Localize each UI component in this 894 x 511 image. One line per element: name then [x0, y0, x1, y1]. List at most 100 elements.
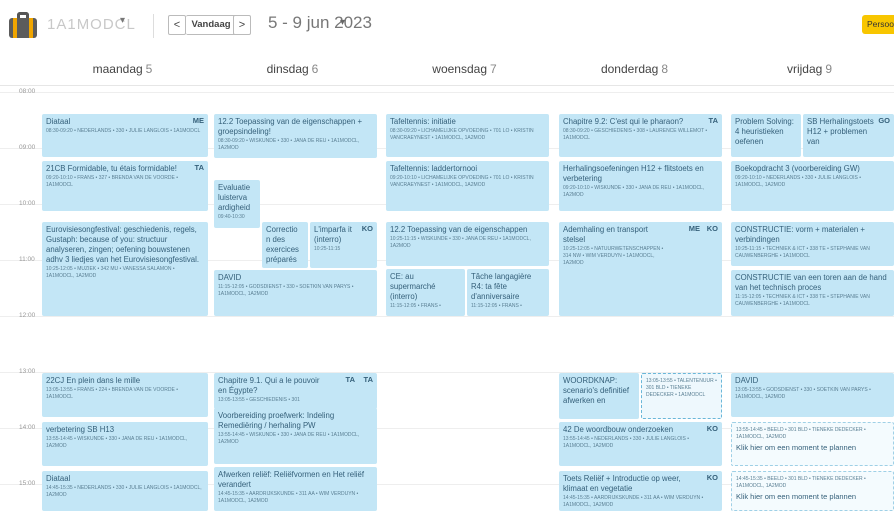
- chevron-down-icon[interactable]: ▾: [120, 15, 125, 26]
- lesson-meta: 10:25-12:05 • NATUURWETENSCHAPPEN • 314 …: [563, 246, 664, 266]
- day-thursday: donderdag 8: [600, 62, 669, 76]
- lesson-title: Chapitre 9.1. Qui a le pouvoir en Égypte…: [218, 376, 320, 395]
- lesson-card[interactable]: Evaluatie luisterva ardigheid 09:40-10:3…: [214, 180, 260, 228]
- lesson-tag: KO: [706, 473, 718, 482]
- lesson-meta: 08:30-09:20 • GESCHIEDENIS • 308 • LAURE…: [563, 128, 708, 141]
- lesson-card[interactable]: verbetering SB H13 13:55-14:45 • WISKUND…: [42, 422, 208, 466]
- lesson-card[interactable]: 22CJ En plein dans le mille 13:05-13:55 …: [42, 373, 208, 417]
- lesson-card[interactable]: 12.2 Toepassing van de eigenschappen + g…: [214, 114, 377, 158]
- lesson-card[interactable]: DAVID 11:15-12:05 • GODSDIENST • 330 • S…: [214, 270, 377, 316]
- lesson-title: Tafeltennis: laddertornooi: [390, 164, 478, 173]
- today-button[interactable]: Vandaag: [186, 15, 237, 35]
- lesson-meta: 11:15-12:05 • FRANS •: [390, 303, 441, 309]
- lesson-title: Boekopdracht 3 (voorbereiding GW): [735, 164, 860, 173]
- lesson-card[interactable]: Tafeltennis: initiatie 08:30-09:20 • LIC…: [386, 114, 549, 157]
- lesson-title: Herhalingsoefeningen H12 + flitstoets en…: [563, 164, 704, 183]
- lesson-meta: 13:55-14:45 • WISKUNDE • 330 • JANA DE R…: [46, 436, 188, 449]
- time-label: 11:00: [19, 256, 35, 263]
- day-friday: vrijdag 9: [786, 62, 833, 76]
- time-label: 08:00: [19, 88, 36, 95]
- time-label: 09:00: [19, 144, 36, 151]
- lesson-title: 22CJ En plein dans le mille: [46, 376, 141, 385]
- lesson-meta: 10:25-12:05 • MUZIEK • 342 MU • VANESSA …: [46, 266, 175, 279]
- lesson-title: Toets Reliëf + Introductie op weer, klim…: [563, 474, 681, 493]
- lesson-title: CE: au supermarché (interro): [390, 272, 436, 301]
- lesson-card[interactable]: Problem Solving: 4 heuristieken oefenen: [731, 114, 801, 157]
- lesson-meta: 14:45-15:35 • BEELD • 301 BLD • TIENEKE …: [736, 476, 866, 489]
- lesson-title: 42 De woordbouw onderzoeken: [563, 425, 674, 434]
- time-label: 13:00: [19, 368, 36, 375]
- hour-line: [0, 92, 894, 93]
- lesson-meta: 09:20-10:10 • NEDERLANDS • 330 • JULIE L…: [735, 175, 861, 188]
- lesson-meta: 11:15-12:05 • GODSDIENST • 330 • SOETKIN…: [218, 284, 354, 297]
- lesson-tag: KO: [706, 424, 718, 433]
- day-monday: maandag 5: [92, 62, 153, 76]
- top-bar: 1A1MODCL ▾ < Vandaag > 5 - 9 jun 2023 ▾ …: [0, 0, 894, 52]
- lesson-meta: 10:25-11:15 • TECHNIEK & ICT • 338 TE • …: [735, 246, 870, 259]
- lesson-card[interactable]: L'imparfa it (interro) 10:25-11:15 KO: [310, 222, 377, 268]
- day-tuesday: dinsdag 6: [266, 62, 319, 76]
- lesson-tag: TA: [345, 375, 355, 384]
- lesson-card[interactable]: Diataal 14:45-15:35 • NEDERLANDS • 330 •…: [42, 471, 208, 511]
- lesson-card[interactable]: Chapitre 9.2: C'est qui le pharaon? 08:3…: [559, 114, 722, 157]
- lesson-card[interactable]: 12.2 Toepassing van de eigenschappen 10:…: [386, 222, 549, 266]
- lesson-title: Correctio n des exercices préparés: [266, 225, 299, 264]
- lesson-card[interactable]: 42 De woordbouw onderzoeken 13:55-14:45 …: [559, 422, 722, 466]
- lesson-card[interactable]: Toets Reliëf + Introductie op weer, klim…: [559, 471, 722, 511]
- lesson-title: Voorbereiding proefwerk: Indeling Remedi…: [218, 411, 335, 430]
- lesson-card[interactable]: Herhalingsoefeningen H12 + flitstoets en…: [559, 161, 722, 211]
- lesson-card[interactable]: Voorbereiding proefwerk: Indeling Remedi…: [214, 408, 377, 464]
- lesson-card[interactable]: CONSTRUCTIE: vorm + materialen + verbind…: [731, 222, 894, 266]
- lesson-card[interactable]: Tâche langagière R4: ta fête d'anniversa…: [467, 269, 549, 316]
- lesson-card[interactable]: Chapitre 9.1. Qui a le pouvoir en Égypte…: [214, 373, 377, 409]
- lesson-card[interactable]: Diataal 08:30-09:20 • NEDERLANDS • 330 •…: [42, 114, 208, 157]
- lesson-meta: 13:05-13:55 • GODSDIENST • 330 • SOETKIN…: [735, 387, 871, 400]
- lesson-title: Tâche langagière R4: ta fête d'anniversa…: [471, 272, 532, 301]
- lesson-meta: 14:45-15:35 • NEDERLANDS • 330 • JULIE L…: [46, 485, 202, 498]
- lesson-card[interactable]: DAVID 13:05-13:55 • GODSDIENST • 330 • S…: [731, 373, 894, 417]
- lesson-title: WOORDKNAP: scenario's definitief afwerke…: [563, 376, 630, 405]
- chevron-down-icon[interactable]: ▾: [340, 17, 345, 28]
- hour-line: [0, 316, 894, 317]
- lesson-tag: TA: [363, 375, 373, 384]
- lesson-card[interactable]: WOORDKNAP: scenario's definitief afwerke…: [559, 373, 639, 419]
- planning-slot[interactable]: 14:45-15:35 • BEELD • 301 BLD • TIENEKE …: [731, 471, 894, 511]
- lesson-title: verbetering SB H13: [46, 425, 115, 434]
- lesson-card[interactable]: Boekopdracht 3 (voorbereiding GW) 09:20-…: [731, 161, 894, 211]
- plan-moment-link[interactable]: Klik hier om een moment te plannen: [736, 492, 889, 501]
- lesson-tag: TA: [194, 163, 204, 172]
- lesson-title: DAVID: [218, 273, 242, 282]
- persons-button[interactable]: Persoo: [862, 15, 894, 34]
- lesson-meta: 08:30-09:20 • LICHAMELIJKE OPVOEDING • 7…: [390, 128, 534, 141]
- lesson-meta: 13:05-13:55 • TALENTENUUR • 301 BLD • TI…: [646, 378, 717, 398]
- lesson-card[interactable]: 21CB Formidable, tu étais formidable! 09…: [42, 161, 208, 211]
- time-label: 14:00: [19, 424, 36, 431]
- lesson-title: 21CB Formidable, tu étais formidable!: [46, 164, 177, 173]
- date-range[interactable]: 5 - 9 jun 2023: [268, 13, 372, 33]
- lesson-title: 12.2 Toepassing van de eigenschappen: [390, 225, 528, 234]
- lesson-meta: 08:30-09:20 • NEDERLANDS • 330 • JULIE L…: [46, 128, 201, 134]
- lesson-card[interactable]: CE: au supermarché (interro) 11:15-12:05…: [386, 269, 465, 316]
- prev-week-button[interactable]: <: [168, 15, 186, 35]
- lesson-meta: 11:15-12:05 • FRANS •: [471, 303, 522, 309]
- lesson-meta: 13:05-13:55 • GESCHIEDENIS • 301: [218, 397, 300, 403]
- lesson-card[interactable]: Ademhaling en transport stelsel 10:25-12…: [559, 222, 722, 316]
- planning-slot[interactable]: 13:55-14:45 • BEELD • 301 BLD • TIENEKE …: [731, 422, 894, 466]
- lesson-meta: 13:05-13:55 • FRANS • 224 • BRENDA VAN D…: [46, 387, 178, 400]
- lesson-title: SB Herhalingstoets H12 + problemen van: [807, 117, 874, 146]
- lesson-title: Tafeltennis: initiatie: [390, 117, 456, 126]
- calendar-grid: 08:00 09:00 10:00 11:00 12:00 13:00 14:0…: [0, 86, 894, 511]
- lesson-meta: 09:20-10:10 • WISKUNDE • 330 • JANA DE R…: [563, 185, 705, 198]
- lesson-card[interactable]: Tafeltennis: laddertornooi 09:20-10:10 •…: [386, 161, 549, 211]
- lesson-card[interactable]: 13:05-13:55 • TALENTENUUR • 301 BLD • TI…: [641, 373, 722, 419]
- time-label: 15:00: [19, 480, 36, 487]
- lesson-card[interactable]: Correctio n des exercices préparés: [262, 222, 308, 268]
- lesson-card[interactable]: Eurovisiesongfestival: geschiedenis, reg…: [42, 222, 208, 316]
- lesson-card[interactable]: Afwerken reliëf: Reliëfvormen en Het rel…: [214, 467, 377, 511]
- lesson-card[interactable]: CONSTRUCTIE van een toren aan de hand va…: [731, 270, 894, 316]
- lesson-card[interactable]: SB Herhalingstoets H12 + problemen van G…: [803, 114, 894, 157]
- plan-moment-link[interactable]: Klik hier om een moment te plannen: [736, 443, 889, 452]
- lesson-meta: 09:20-10:10 • FRANS • 327 • BRENDA VAN D…: [46, 175, 178, 188]
- next-week-button[interactable]: >: [233, 15, 251, 35]
- lesson-title: Afwerken reliëf: Reliëfvormen en Het rel…: [218, 470, 365, 489]
